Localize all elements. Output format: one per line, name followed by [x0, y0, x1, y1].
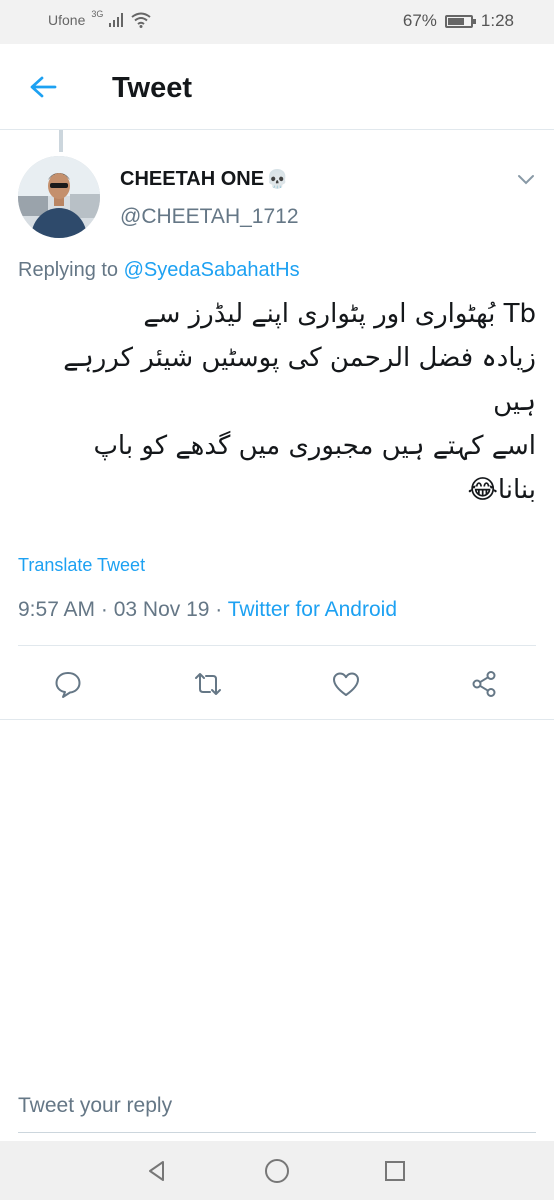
system-nav-bar	[0, 1141, 554, 1200]
tweet-line: ہیں	[493, 387, 536, 417]
square-recents-icon	[385, 1161, 405, 1181]
battery-icon	[444, 14, 476, 28]
replying-to: Replying to @SyedaSabahatHs	[18, 259, 300, 282]
meta-separator: ·	[95, 598, 114, 621]
thread-connector-line	[59, 130, 63, 152]
status-bar: Ufone 3G 67% 1:28	[0, 0, 554, 44]
carrier-label: Ufone	[48, 12, 86, 28]
meta-separator: ·	[209, 598, 228, 621]
share-icon	[472, 671, 496, 697]
heart-icon	[333, 672, 359, 696]
triangle-back-icon	[149, 1161, 164, 1181]
network-type: 3G	[91, 9, 104, 19]
share-button[interactable]	[464, 664, 504, 704]
divider	[0, 719, 554, 720]
tweet-line: اسے کہتے ہیں مجبوری میں گدھے کو باپ	[93, 431, 536, 461]
clock: 1:28	[480, 11, 514, 30]
reply-bar	[0, 1079, 554, 1141]
avatar-photo	[18, 156, 100, 238]
retweet-button[interactable]	[188, 664, 228, 704]
tweet-line: زیادہ فضل الرحمن کی پوسٹیں شیئر کررہے	[63, 343, 536, 373]
app-header: Tweet	[0, 44, 554, 130]
status-left: Ufone 3G	[48, 9, 151, 28]
tweet-metadata: 9:57 AM · 03 Nov 19 · Twitter for Androi…	[18, 598, 397, 622]
tweet-line: بنانا😂	[467, 475, 536, 505]
retweet-icon	[195, 673, 221, 695]
skull-emoji: 💀	[266, 169, 289, 189]
tweet-options-button[interactable]	[514, 170, 538, 190]
tweet-text: Tb بُھٹواری اور پٹواری اپنے لیڈرز سے زیا…	[18, 292, 536, 512]
tweet-source-link[interactable]: Twitter for Android	[228, 598, 397, 621]
tweet-date: 03 Nov 19	[113, 598, 210, 621]
nav-recents-button[interactable]	[380, 1156, 410, 1186]
replying-prefix: Replying to	[18, 259, 124, 281]
translate-tweet-link[interactable]: Translate Tweet	[18, 555, 145, 576]
battery-percent: 67%	[402, 11, 437, 30]
reply-button[interactable]	[48, 664, 88, 704]
comment-icon	[55, 672, 81, 698]
back-arrow-icon	[30, 76, 57, 98]
chevron-down-icon	[518, 175, 534, 185]
author-name-text: CHEETAH ONE	[120, 168, 265, 190]
avatar[interactable]	[18, 156, 100, 238]
circle-home-icon	[265, 1159, 289, 1183]
reply-input[interactable]	[18, 1079, 536, 1133]
replying-to-link[interactable]: @SyedaSabahatHs	[124, 259, 300, 281]
nav-home-button[interactable]	[262, 1156, 292, 1186]
like-button[interactable]	[326, 664, 366, 704]
wifi-icon	[131, 12, 151, 28]
tweet-time: 9:57 AM	[18, 598, 96, 621]
divider	[18, 645, 536, 646]
status-right: 67% 1:28	[403, 11, 514, 31]
author-name[interactable]: CHEETAH ONE 💀	[120, 168, 289, 191]
nav-back-button[interactable]	[142, 1156, 172, 1186]
tweet-line: Tb بُھٹواری اور پٹواری اپنے لیڈرز سے	[143, 299, 536, 329]
author-handle[interactable]: @CHEETAH_1712	[120, 205, 299, 229]
page-title: Tweet	[112, 72, 193, 104]
signal-icon	[109, 13, 124, 27]
back-button[interactable]	[26, 70, 60, 104]
tweet-actions	[0, 664, 554, 704]
